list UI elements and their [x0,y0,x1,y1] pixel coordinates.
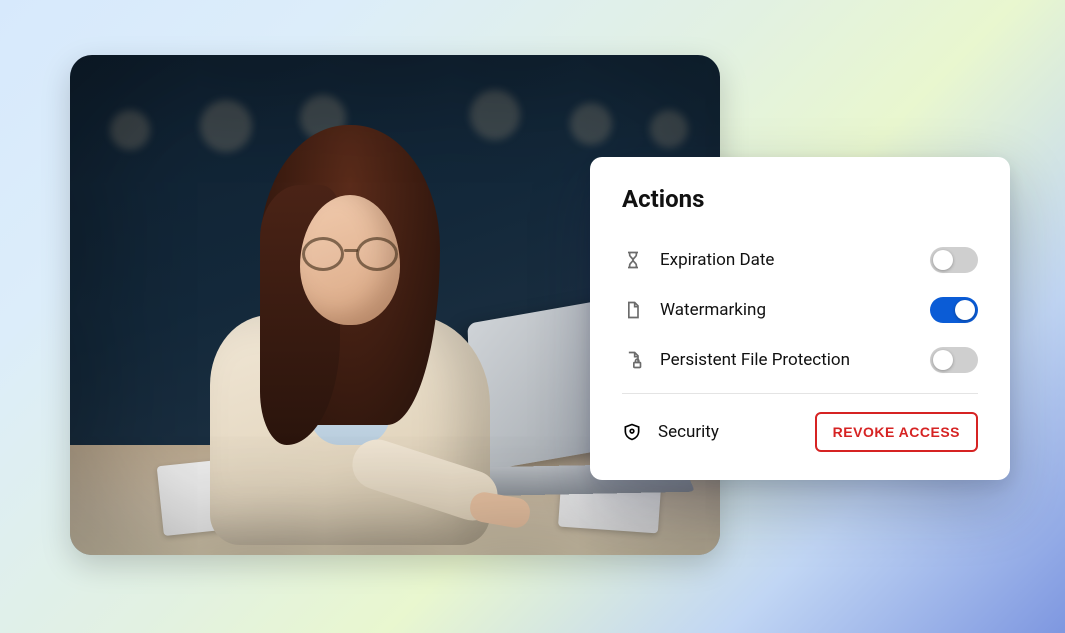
row-label: Expiration Date [660,250,914,270]
divider [622,393,978,394]
row-security: Security REVOKE ACCESS [622,404,978,452]
file-lock-icon [622,349,644,371]
row-expiration: Expiration Date [622,235,978,285]
toggle-expiration[interactable] [930,247,978,273]
file-icon [622,299,644,321]
hourglass-icon [622,249,644,271]
security-label: Security [658,422,799,442]
actions-card: Actions Expiration Date Watermarking [590,157,1010,480]
page-canvas: Actions Expiration Date Watermarking [0,0,1065,633]
toggle-watermarking[interactable] [930,297,978,323]
card-title: Actions [622,185,978,213]
toggle-persistent-protection[interactable] [930,347,978,373]
row-label: Watermarking [660,300,914,320]
row-label: Persistent File Protection [660,350,914,370]
row-watermarking: Watermarking [622,285,978,335]
shield-icon [622,422,642,442]
row-persistent-protection: Persistent File Protection [622,335,978,385]
revoke-access-button[interactable]: REVOKE ACCESS [815,412,978,452]
